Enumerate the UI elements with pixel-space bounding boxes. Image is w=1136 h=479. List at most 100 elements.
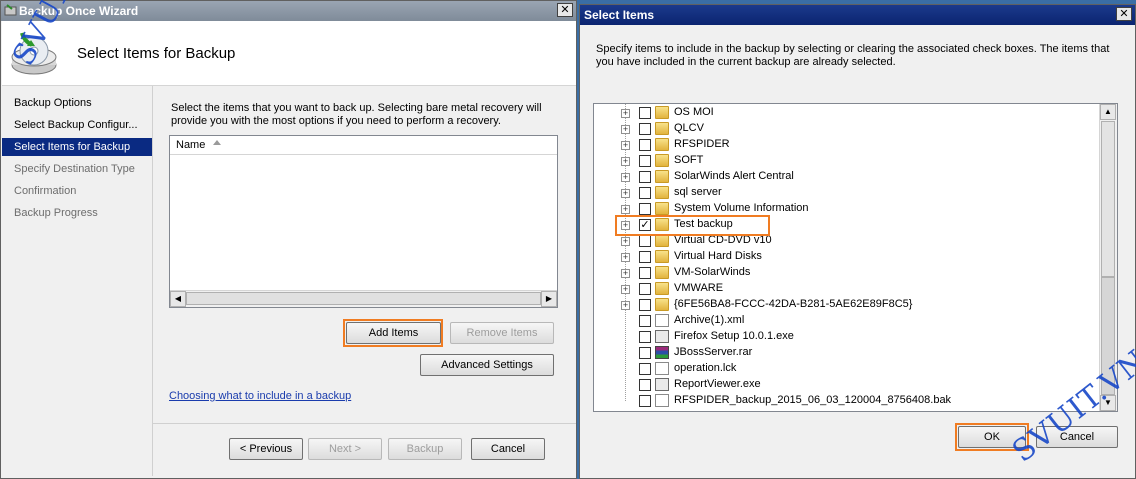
file-file-icon <box>655 394 669 407</box>
wizard-close-button[interactable]: ✕ <box>557 3 573 17</box>
remove-items-button[interactable]: Remove Items <box>450 322 554 344</box>
help-link[interactable]: Choosing what to include in a backup <box>169 390 351 402</box>
folder-icon <box>655 298 669 311</box>
item-checkbox[interactable] <box>639 251 651 263</box>
tree-item-label: {6FE56BA8-FCCC-42DA-B281-5AE62E89F8C5} <box>674 298 913 310</box>
folder-icon <box>655 266 669 279</box>
advanced-settings-button[interactable]: Advanced Settings <box>420 354 554 376</box>
expand-icon[interactable]: + <box>621 237 630 246</box>
expand-icon[interactable]: + <box>621 205 630 214</box>
rar-file-icon <box>655 346 669 359</box>
selected-items-list[interactable]: Name ◀ ▶ <box>169 135 558 308</box>
list-header[interactable]: Name <box>170 136 557 155</box>
backup-button[interactable]: Backup <box>388 438 462 460</box>
item-checkbox[interactable]: ✓ <box>639 219 651 231</box>
expand-icon[interactable]: + <box>621 221 630 230</box>
expand-icon[interactable]: + <box>621 109 630 118</box>
item-checkbox[interactable] <box>639 267 651 279</box>
dialog-close-button[interactable]: ✕ <box>1116 7 1132 21</box>
item-checkbox[interactable] <box>639 347 651 359</box>
tree-item[interactable]: ReportViewer.exe <box>594 377 1099 393</box>
item-checkbox[interactable] <box>639 155 651 167</box>
scroll-left-icon[interactable]: ◀ <box>170 291 186 307</box>
expand-icon[interactable]: + <box>621 173 630 182</box>
nav-item-backup-options[interactable]: Backup Options <box>2 94 152 112</box>
item-checkbox[interactable] <box>639 379 651 391</box>
tree-item[interactable]: + {6FE56BA8-FCCC-42DA-B281-5AE62E89F8C5} <box>594 297 1099 313</box>
tree-item-label: VM-SolarWinds <box>674 266 751 278</box>
exe-file-icon <box>655 378 669 391</box>
tree-item[interactable]: RFSPIDER_backup_2015_06_03_120004_875640… <box>594 393 1099 409</box>
scroll-thumb[interactable] <box>186 292 541 305</box>
tree-item[interactable]: Firefox Setup 10.0.1.exe <box>594 329 1099 345</box>
expand-icon[interactable]: + <box>621 141 630 150</box>
tree-item-label: Test backup <box>674 218 733 230</box>
scroll-track-upper[interactable] <box>1101 121 1115 277</box>
tree-item[interactable]: + ✓ Test backup <box>594 217 1099 233</box>
tree-item[interactable]: Archive(1).xml <box>594 313 1099 329</box>
tree-item[interactable]: + VMWARE <box>594 281 1099 297</box>
dialog-title-bar[interactable]: Select Items ✕ <box>580 5 1135 25</box>
wizard-cancel-button[interactable]: Cancel <box>471 438 545 460</box>
next-button[interactable]: Next > <box>308 438 382 460</box>
item-checkbox[interactable] <box>639 235 651 247</box>
tree-item[interactable]: + Virtual CD-DVD v10 <box>594 233 1099 249</box>
tree-item[interactable]: + Virtual Hard Disks <box>594 249 1099 265</box>
item-checkbox[interactable] <box>639 315 651 327</box>
wizard-title-bar[interactable]: Backup Once Wizard ✕ <box>1 1 576 21</box>
tree-item[interactable]: + QLCV <box>594 121 1099 137</box>
horizontal-scrollbar[interactable]: ◀ ▶ <box>170 290 557 307</box>
tree-item[interactable]: + SolarWinds Alert Central <box>594 169 1099 185</box>
expand-icon[interactable]: + <box>621 189 630 198</box>
instructions-text: Select the items that you want to back u… <box>171 102 542 127</box>
item-checkbox[interactable] <box>639 363 651 375</box>
tree-item-label: operation.lck <box>674 362 737 374</box>
items-tree[interactable]: ▲ ▼ + OS MOI + QLCV + RFSPIDER + SOFT + SolarWind… <box>593 103 1118 412</box>
scroll-up-icon[interactable]: ▲ <box>1100 104 1116 120</box>
tree-item-label: Virtual CD-DVD v10 <box>674 234 772 246</box>
scroll-right-icon[interactable]: ▶ <box>541 291 557 307</box>
folder-icon <box>655 122 669 135</box>
wizard-nav: Backup Options Select Backup Configur...… <box>2 86 153 476</box>
expand-icon[interactable]: + <box>621 253 630 262</box>
expand-icon[interactable]: + <box>621 301 630 310</box>
item-checkbox[interactable] <box>639 395 651 407</box>
tree-item-label: Virtual Hard Disks <box>674 250 762 262</box>
tree-item-label: RFSPIDER_backup_2015_06_03_120004_875640… <box>674 394 952 406</box>
tree-item[interactable]: operation.lck <box>594 361 1099 377</box>
item-checkbox[interactable] <box>639 331 651 343</box>
tree-item[interactable]: + OS MOI <box>594 105 1099 121</box>
app-icon <box>4 4 17 16</box>
nav-item-destination-type: Specify Destination Type <box>14 163 135 175</box>
expand-icon[interactable]: + <box>621 157 630 166</box>
tree-item[interactable]: JBossServer.rar <box>594 345 1099 361</box>
item-checkbox[interactable] <box>639 171 651 183</box>
folder-icon <box>655 106 669 119</box>
name-column-header[interactable]: Name <box>176 139 205 151</box>
tree-item-label: SOFT <box>674 154 704 166</box>
add-items-button[interactable]: Add Items <box>346 322 441 344</box>
tree-item[interactable]: + SOFT <box>594 153 1099 169</box>
item-checkbox[interactable] <box>639 203 651 215</box>
previous-button[interactable]: < Previous <box>229 438 303 460</box>
file-file-icon <box>655 314 669 327</box>
tree-item-label: sql server <box>674 186 722 198</box>
nav-item-select-backup-configuration[interactable]: Select Backup Configur... <box>2 116 152 134</box>
nav-item-select-items[interactable]: Select Items for Backup <box>2 138 152 156</box>
tree-item-label: SolarWinds Alert Central <box>674 170 794 182</box>
expand-icon[interactable]: + <box>621 125 630 134</box>
item-checkbox[interactable] <box>639 123 651 135</box>
item-checkbox[interactable] <box>639 107 651 119</box>
wizard-header: Select Items for Backup <box>2 21 576 86</box>
tree-item[interactable]: + RFSPIDER <box>594 137 1099 153</box>
item-checkbox[interactable] <box>639 139 651 151</box>
expand-icon[interactable]: + <box>621 285 630 294</box>
nav-item-backup-progress: Backup Progress <box>14 207 98 219</box>
tree-item[interactable]: + VM-SolarWinds <box>594 265 1099 281</box>
expand-icon[interactable]: + <box>621 269 630 278</box>
item-checkbox[interactable] <box>639 187 651 199</box>
tree-item[interactable]: + sql server <box>594 185 1099 201</box>
item-checkbox[interactable] <box>639 283 651 295</box>
item-checkbox[interactable] <box>639 299 651 311</box>
tree-item[interactable]: + System Volume Information <box>594 201 1099 217</box>
